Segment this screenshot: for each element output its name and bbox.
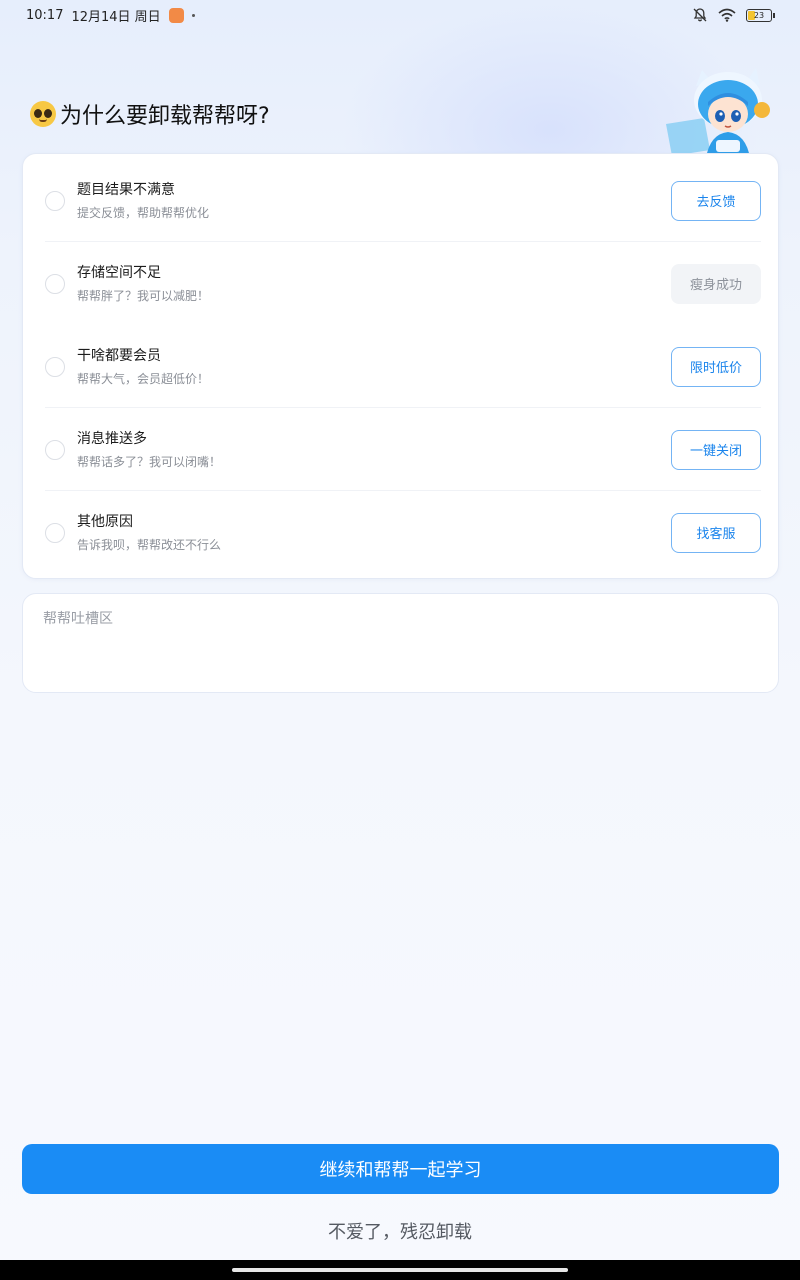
reason-text: 题目结果不满意 提交反馈，帮助帮帮优化 xyxy=(77,180,671,222)
bell-muted-icon xyxy=(693,8,707,22)
feedback-placeholder: 帮帮吐槽区 xyxy=(43,611,113,627)
status-date: 12月14日 周日 xyxy=(71,9,161,25)
battery-level: 23 xyxy=(753,10,765,20)
continue-learning-button[interactable]: 继续和帮帮一起学习 xyxy=(22,1144,779,1194)
contact-support-button[interactable]: 找客服 xyxy=(671,512,761,553)
reason-radio[interactable] xyxy=(45,522,65,543)
reason-item[interactable]: 干啥都要会员 帮帮大气，会员超低价！ 限时低价 xyxy=(45,325,761,408)
reason-text: 其他原因 告诉我呗，帮帮改还不行么 xyxy=(77,512,671,554)
reason-subtitle: 告诉我呗，帮帮改还不行么 xyxy=(77,537,222,552)
reason-subtitle: 帮帮大气，会员超低价！ xyxy=(77,371,210,386)
feedback-textarea[interactable]: 帮帮吐槽区 xyxy=(22,593,779,693)
system-nav-bar xyxy=(0,1260,800,1280)
reason-text: 存储空间不足 帮帮胖了？我可以减肥！ xyxy=(77,263,671,305)
status-right: 23 xyxy=(692,7,775,23)
app-notification-icon xyxy=(168,7,184,23)
reason-text: 消息推送多 帮帮话多了？我可以闭嘴！ xyxy=(77,429,671,471)
reason-item[interactable]: 题目结果不满意 提交反馈，帮助帮帮优化 去反馈 xyxy=(45,159,761,242)
reason-title: 干啥都要会员 xyxy=(77,347,161,364)
more-notifications-dot-icon xyxy=(191,13,195,17)
reason-subtitle: 提交反馈，帮助帮帮优化 xyxy=(77,205,210,220)
reason-item[interactable]: 其他原因 告诉我呗，帮帮改还不行么 找客服 xyxy=(45,491,761,574)
status-left: 10:17 12月14日 周日 xyxy=(26,6,195,25)
reason-radio[interactable] xyxy=(45,190,65,211)
battery-icon: 23 xyxy=(746,8,775,22)
reason-title: 消息推送多 xyxy=(77,430,147,447)
mascot-image xyxy=(666,68,770,158)
reason-title: 其他原因 xyxy=(77,513,133,530)
reason-subtitle: 帮帮胖了？我可以减肥！ xyxy=(77,288,210,303)
home-gesture-handle[interactable] xyxy=(232,1268,568,1272)
reason-subtitle: 帮帮话多了？我可以闭嘴！ xyxy=(77,454,222,469)
reason-radio[interactable] xyxy=(45,439,65,460)
reason-title: 存储空间不足 xyxy=(77,264,161,281)
pleading-face-icon xyxy=(30,101,56,127)
wifi-icon xyxy=(718,8,736,22)
reason-text: 干啥都要会员 帮帮大气，会员超低价！ xyxy=(77,346,671,388)
reason-item[interactable]: 消息推送多 帮帮话多了？我可以闭嘴！ 一键关闭 xyxy=(45,408,761,491)
uninstall-reasons-card: 题目结果不满意 提交反馈，帮助帮帮优化 去反馈 存储空间不足 帮帮胖了？我可以减… xyxy=(22,153,779,579)
status-bar: 10:17 12月14日 周日 23 xyxy=(0,0,800,30)
slim-done-button: 瘦身成功 xyxy=(671,263,761,304)
feedback-button[interactable]: 去反馈 xyxy=(671,180,761,221)
status-time: 10:17 xyxy=(26,7,64,23)
confirm-uninstall-link[interactable]: 不爱了，残忍卸载 xyxy=(0,1218,800,1244)
reason-item[interactable]: 存储空间不足 帮帮胖了？我可以减肥！ 瘦身成功 xyxy=(45,242,761,325)
one-tap-close-button[interactable]: 一键关闭 xyxy=(671,429,761,470)
page-title-row: 为什么要卸载帮帮呀? xyxy=(30,98,270,130)
page-title: 为什么要卸载帮帮呀? xyxy=(60,104,270,129)
reason-radio[interactable] xyxy=(45,356,65,377)
reason-radio[interactable] xyxy=(45,273,65,294)
reason-title: 题目结果不满意 xyxy=(77,181,175,198)
limited-offer-button[interactable]: 限时低价 xyxy=(671,346,761,387)
